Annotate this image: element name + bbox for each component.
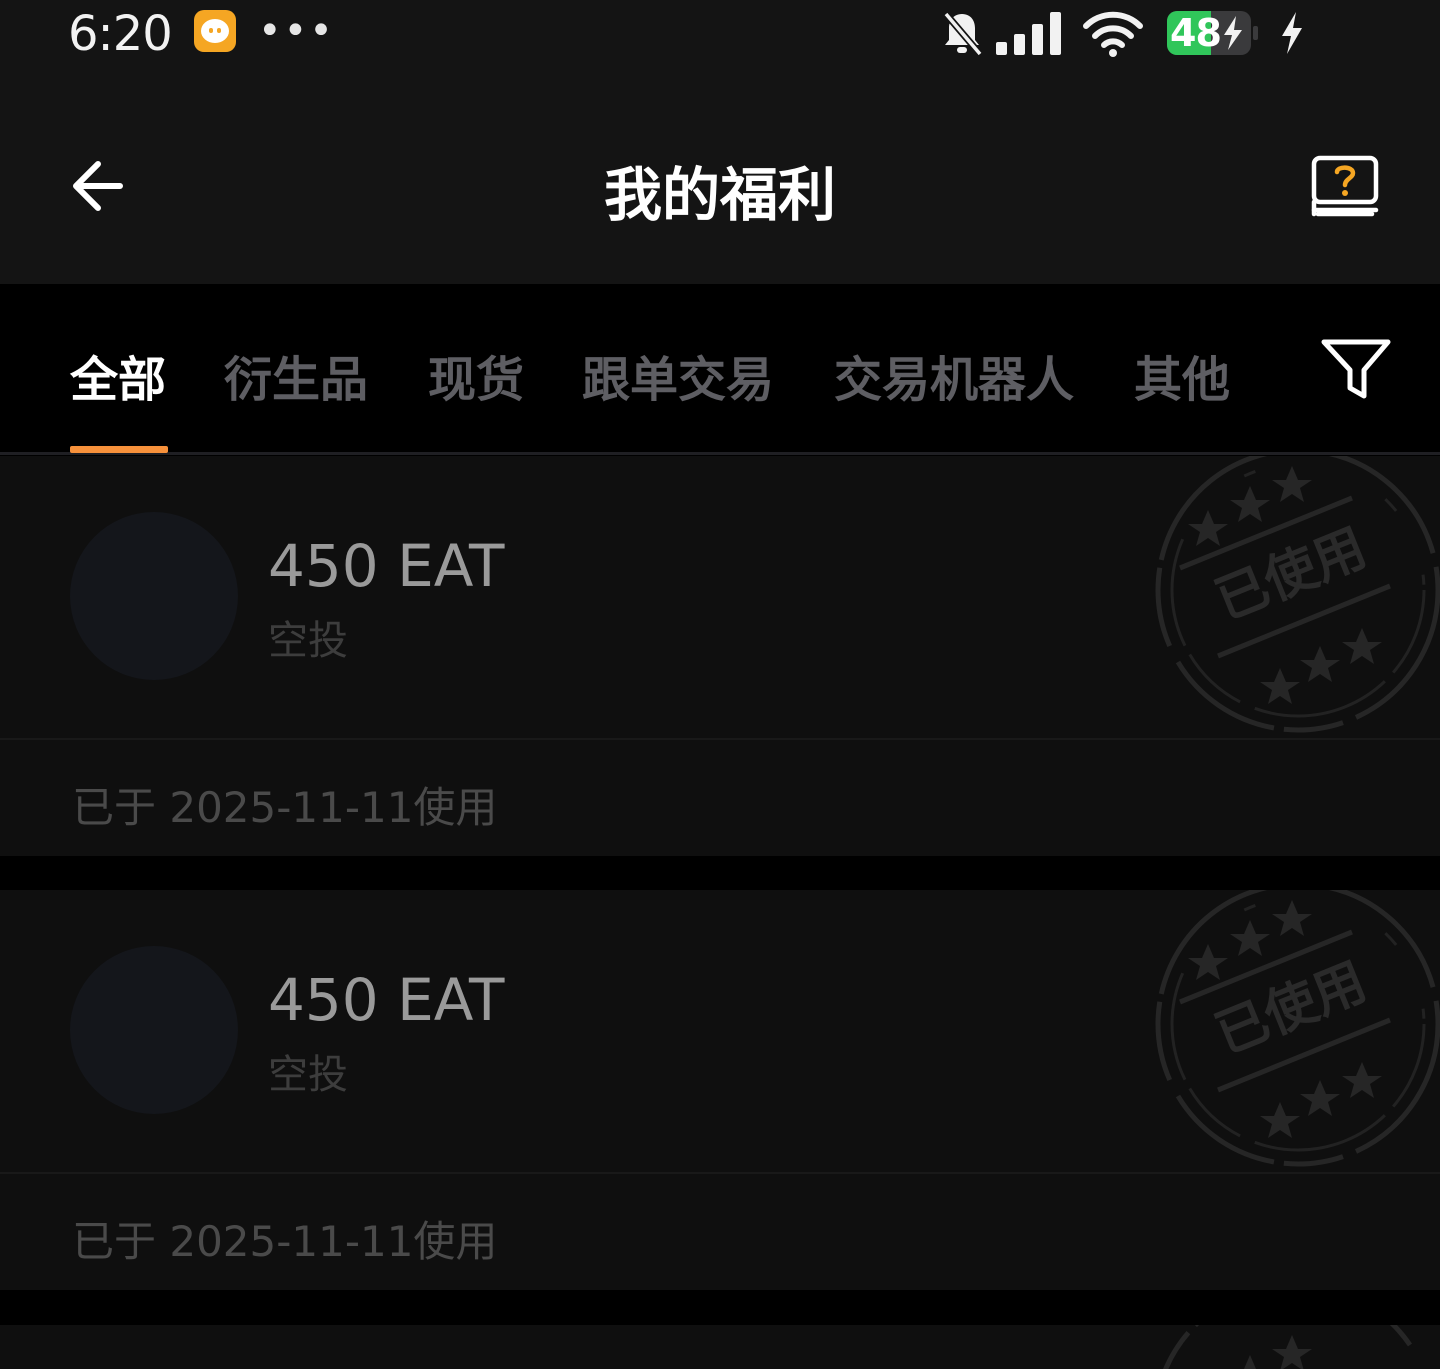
reward-type: 空投 bbox=[268, 618, 348, 664]
card-divider bbox=[0, 738, 1440, 740]
mute-bell-icon bbox=[943, 11, 983, 57]
reward-card-body: 450 EAT 空投 已使用 bbox=[0, 456, 1440, 738]
signal-icon bbox=[996, 12, 1061, 55]
used-stamp-icon: 已使用 bbox=[1130, 456, 1440, 738]
battery-icon: 48 bbox=[1166, 10, 1258, 56]
tab-spot[interactable]: 现货 bbox=[428, 340, 524, 410]
reward-card-body: 450 EAT 空投 已使用 bbox=[0, 890, 1440, 1172]
help-button[interactable] bbox=[1310, 154, 1380, 220]
app-badge-icon bbox=[194, 10, 236, 52]
reward-card-partial[interactable] bbox=[0, 1325, 1440, 1369]
stamp-label: 已使用 bbox=[1208, 518, 1375, 632]
reward-card[interactable]: 450 EAT 空投 已使用 已于 2025-11-11使用 bbox=[0, 890, 1440, 1290]
category-tabs: 全部 衍生品 现货 跟单交易 交易机器人 其他 bbox=[0, 284, 1440, 455]
wifi-icon bbox=[1083, 11, 1143, 57]
token-avatar bbox=[70, 946, 238, 1114]
reward-type: 空投 bbox=[268, 1052, 348, 1098]
tab-indicator bbox=[70, 446, 168, 453]
tab-all[interactable]: 全部 bbox=[70, 340, 166, 410]
stamp-label: 已使用 bbox=[1208, 952, 1375, 1066]
charging-icon bbox=[1282, 12, 1302, 54]
reward-card[interactable]: 450 EAT 空投 已使用 已于 2025-11-11使用 bbox=[0, 456, 1440, 856]
status-time: 6:20 bbox=[68, 6, 173, 62]
used-stamp-icon bbox=[1163, 1325, 1413, 1369]
filter-icon[interactable] bbox=[1320, 336, 1392, 402]
used-date: 已于 2025-11-11使用 bbox=[72, 1217, 498, 1266]
more-dots-icon: ••• bbox=[258, 8, 335, 54]
used-date: 已于 2025-11-11使用 bbox=[72, 783, 498, 832]
header: 我的福利 bbox=[0, 90, 1440, 284]
token-avatar bbox=[70, 512, 238, 680]
tab-copy-trading[interactable]: 跟单交易 bbox=[582, 340, 774, 410]
tab-other[interactable]: 其他 bbox=[1134, 340, 1230, 410]
reward-amount: 450 EAT bbox=[268, 532, 505, 600]
battery-level: 48 bbox=[1170, 11, 1222, 55]
tab-derivatives[interactable]: 衍生品 bbox=[224, 340, 368, 410]
status-bar: 6:20 ••• 48 bbox=[0, 0, 1440, 90]
used-stamp-icon: 已使用 bbox=[1130, 890, 1440, 1172]
card-divider bbox=[0, 1172, 1440, 1174]
tab-trading-bots[interactable]: 交易机器人 bbox=[834, 340, 1074, 410]
reward-amount: 450 EAT bbox=[268, 966, 505, 1034]
page-title: 我的福利 bbox=[603, 161, 836, 229]
